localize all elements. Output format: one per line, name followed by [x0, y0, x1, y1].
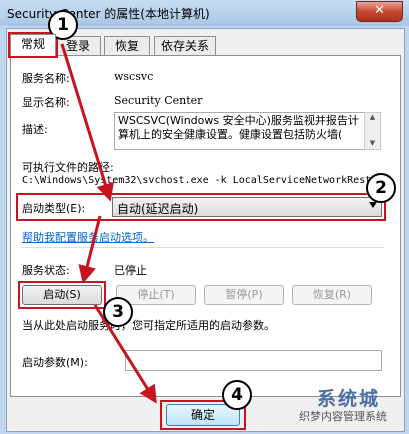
step-badge-2: 2: [366, 173, 396, 203]
tab-general[interactable]: 常规: [10, 34, 56, 56]
annotation-arrows: [60, 43, 157, 404]
watermark-brand: 系统城: [317, 388, 381, 410]
watermark-caption: 织梦内容管理系统: [299, 410, 387, 423]
step-badge-3: 3: [103, 297, 133, 327]
step-badge-4: 4: [222, 380, 252, 410]
arrow-step2: [78, 215, 102, 284]
properties-window: Security Center 的属性(本地计算机) ✕ 常规 登录 恢复 依存…: [0, 0, 409, 434]
watermark: 系统城 织梦内容管理系统: [275, 384, 407, 432]
arrow-step1: [60, 43, 114, 202]
